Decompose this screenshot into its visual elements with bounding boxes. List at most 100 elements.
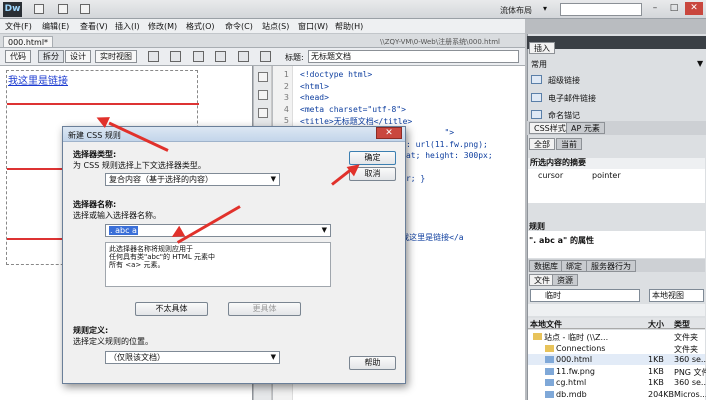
rule-definition-select[interactable]: （仅限该文档） ▼ bbox=[105, 351, 280, 364]
document-path: \\ZQY-VM\0-Web\注册系统\000.html bbox=[380, 38, 500, 46]
file-name: 11.fw.png bbox=[556, 366, 595, 376]
view-select[interactable]: 本地视图 bbox=[649, 289, 704, 302]
menu-window[interactable]: 窗口(W) bbox=[298, 21, 328, 32]
css-mode-current[interactable]: 当前 bbox=[556, 138, 582, 150]
extend-icon[interactable] bbox=[58, 4, 68, 14]
title-input[interactable]: 无标题文档 bbox=[308, 50, 519, 63]
tab-insert[interactable]: 插入 bbox=[529, 42, 555, 54]
collapse-tag-icon[interactable] bbox=[258, 90, 268, 100]
folder-icon bbox=[533, 333, 542, 340]
rule-definition-label: 规则定义: bbox=[73, 326, 109, 335]
file-type: Micros... bbox=[674, 389, 706, 399]
selector-description: 此选择器名称将规则应用于 任何具有类"abc"的 HTML 元素中 所有 <a>… bbox=[105, 242, 331, 287]
selector-type-select[interactable]: 复合内容（基于选择的内容） ▼ bbox=[105, 173, 280, 186]
css-mode-all[interactable]: 全部 bbox=[529, 138, 555, 150]
file-type: 360 se... bbox=[674, 378, 706, 387]
layout-icon[interactable] bbox=[34, 4, 44, 14]
selector-name-input[interactable]: . abc a ▼ bbox=[105, 224, 331, 237]
line-number: 1 bbox=[283, 70, 289, 79]
line-number: 3 bbox=[283, 93, 289, 103]
red-border-line bbox=[7, 103, 199, 105]
file-name: Connections bbox=[556, 343, 606, 353]
file-toolbar bbox=[528, 304, 705, 316]
selector-name-value: . abc a bbox=[109, 226, 138, 235]
menu-modify[interactable]: 修改(M) bbox=[148, 21, 177, 32]
file-size: 1KB bbox=[648, 366, 664, 376]
chevron-down-icon: ▼ bbox=[270, 175, 276, 183]
file-type: 文件夹 bbox=[674, 344, 698, 354]
anchor-icon bbox=[531, 110, 542, 119]
dialog-close-button[interactable]: ✕ bbox=[376, 127, 402, 139]
file-type: 文件夹 bbox=[674, 333, 698, 342]
tab-css-styles[interactable]: CSS样式 bbox=[529, 122, 571, 134]
menu-format[interactable]: 格式(O) bbox=[186, 21, 215, 32]
menu-commands[interactable]: 命令(C) bbox=[225, 21, 253, 32]
menu-site[interactable]: 站点(S) bbox=[262, 21, 289, 32]
split-view-button[interactable]: 拆分 bbox=[38, 50, 64, 63]
file-name: 000.html bbox=[556, 355, 593, 364]
file-management-icon[interactable] bbox=[193, 51, 204, 62]
search-input[interactable] bbox=[560, 3, 642, 16]
design-view-button[interactable]: 设计 bbox=[65, 50, 91, 63]
file-type: 360 se... bbox=[674, 355, 706, 364]
minimize-button[interactable]: – bbox=[646, 2, 664, 15]
check-browser-icon[interactable] bbox=[260, 51, 271, 62]
file-icon bbox=[545, 367, 554, 375]
workspace-layout-label[interactable]: 流体布局 bbox=[500, 5, 532, 16]
tab-server-behaviors[interactable]: 服务器行为 bbox=[586, 260, 636, 272]
chevron-down-icon: ▼ bbox=[270, 353, 276, 361]
file-icon bbox=[545, 390, 554, 398]
column-size[interactable]: 大小 bbox=[648, 319, 664, 330]
menu-view[interactable]: 查看(V) bbox=[80, 21, 108, 32]
refresh-icon[interactable] bbox=[215, 51, 226, 62]
insert-item[interactable]: 超级链接 bbox=[548, 75, 580, 86]
tab-ap-elements[interactable]: AP 元素 bbox=[566, 122, 605, 134]
line-number: 5 bbox=[283, 116, 289, 126]
maximize-button[interactable]: □ bbox=[665, 2, 683, 15]
line-number: 2 bbox=[283, 81, 289, 91]
less-specific-button[interactable]: 不太具体 bbox=[135, 302, 208, 316]
open-documents-icon[interactable] bbox=[258, 72, 268, 82]
site-select[interactable]: 临时 bbox=[530, 289, 640, 302]
insert-category[interactable]: 常用 bbox=[531, 59, 547, 70]
menu-insert[interactable]: 插入(I) bbox=[115, 21, 140, 32]
column-type[interactable]: 类型 bbox=[674, 319, 690, 330]
file-size: 204KB bbox=[648, 389, 675, 399]
menu-file[interactable]: 文件(F) bbox=[5, 21, 32, 32]
tab-assets[interactable]: 资源 bbox=[552, 274, 578, 286]
chevron-down-icon[interactable]: ▾ bbox=[543, 4, 550, 14]
title-label: 标题: bbox=[285, 53, 304, 62]
live-view-button[interactable]: 实时视图 bbox=[95, 50, 137, 63]
tab-bindings[interactable]: 绑定 bbox=[561, 260, 587, 272]
code-view-button[interactable]: 代码 bbox=[5, 50, 31, 63]
email-icon bbox=[531, 93, 542, 102]
menu-help[interactable]: 帮助(H) bbox=[335, 21, 363, 32]
selector-type-value: 复合内容（基于选择的内容） bbox=[109, 175, 213, 184]
code-line: <head> bbox=[300, 93, 329, 103]
collapse-selection-icon[interactable] bbox=[258, 108, 268, 118]
chevron-down-icon: ▼ bbox=[321, 226, 327, 234]
selector-name-label: 选择器名称: bbox=[73, 200, 117, 209]
preview-icon[interactable] bbox=[170, 51, 181, 62]
menu-edit[interactable]: 编辑(E) bbox=[42, 21, 69, 32]
rule-definition-value: （仅限该文档） bbox=[109, 353, 165, 362]
document-tab[interactable]: 000.html* bbox=[3, 36, 54, 48]
file-size: 1KB bbox=[648, 355, 664, 364]
chevron-down-icon[interactable]: ▼ bbox=[697, 59, 703, 68]
design-link[interactable]: 我这里是链接 bbox=[8, 72, 68, 87]
help-button[interactable]: 帮助 bbox=[349, 356, 396, 370]
column-local-file[interactable]: 本地文件 bbox=[530, 319, 562, 330]
insert-item[interactable]: 命名锚记 bbox=[548, 110, 580, 121]
more-specific-button[interactable]: 更具体 bbox=[228, 302, 301, 316]
file-name: cg.html bbox=[556, 378, 587, 387]
multiscreen-icon[interactable] bbox=[148, 51, 159, 62]
summary-title: 所选内容的摘要 bbox=[528, 158, 705, 169]
file-icon bbox=[545, 379, 554, 386]
insert-item[interactable]: 电子邮件链接 bbox=[548, 93, 596, 104]
visual-aids-icon[interactable] bbox=[238, 51, 249, 62]
tab-databases[interactable]: 数据库 bbox=[529, 260, 563, 272]
dreamweaver-logo: Dw bbox=[3, 2, 22, 17]
rule-definition-hint: 选择定义规则的位置。 bbox=[73, 337, 153, 346]
close-button[interactable]: ✕ bbox=[685, 2, 703, 15]
site-icon[interactable] bbox=[80, 4, 90, 14]
